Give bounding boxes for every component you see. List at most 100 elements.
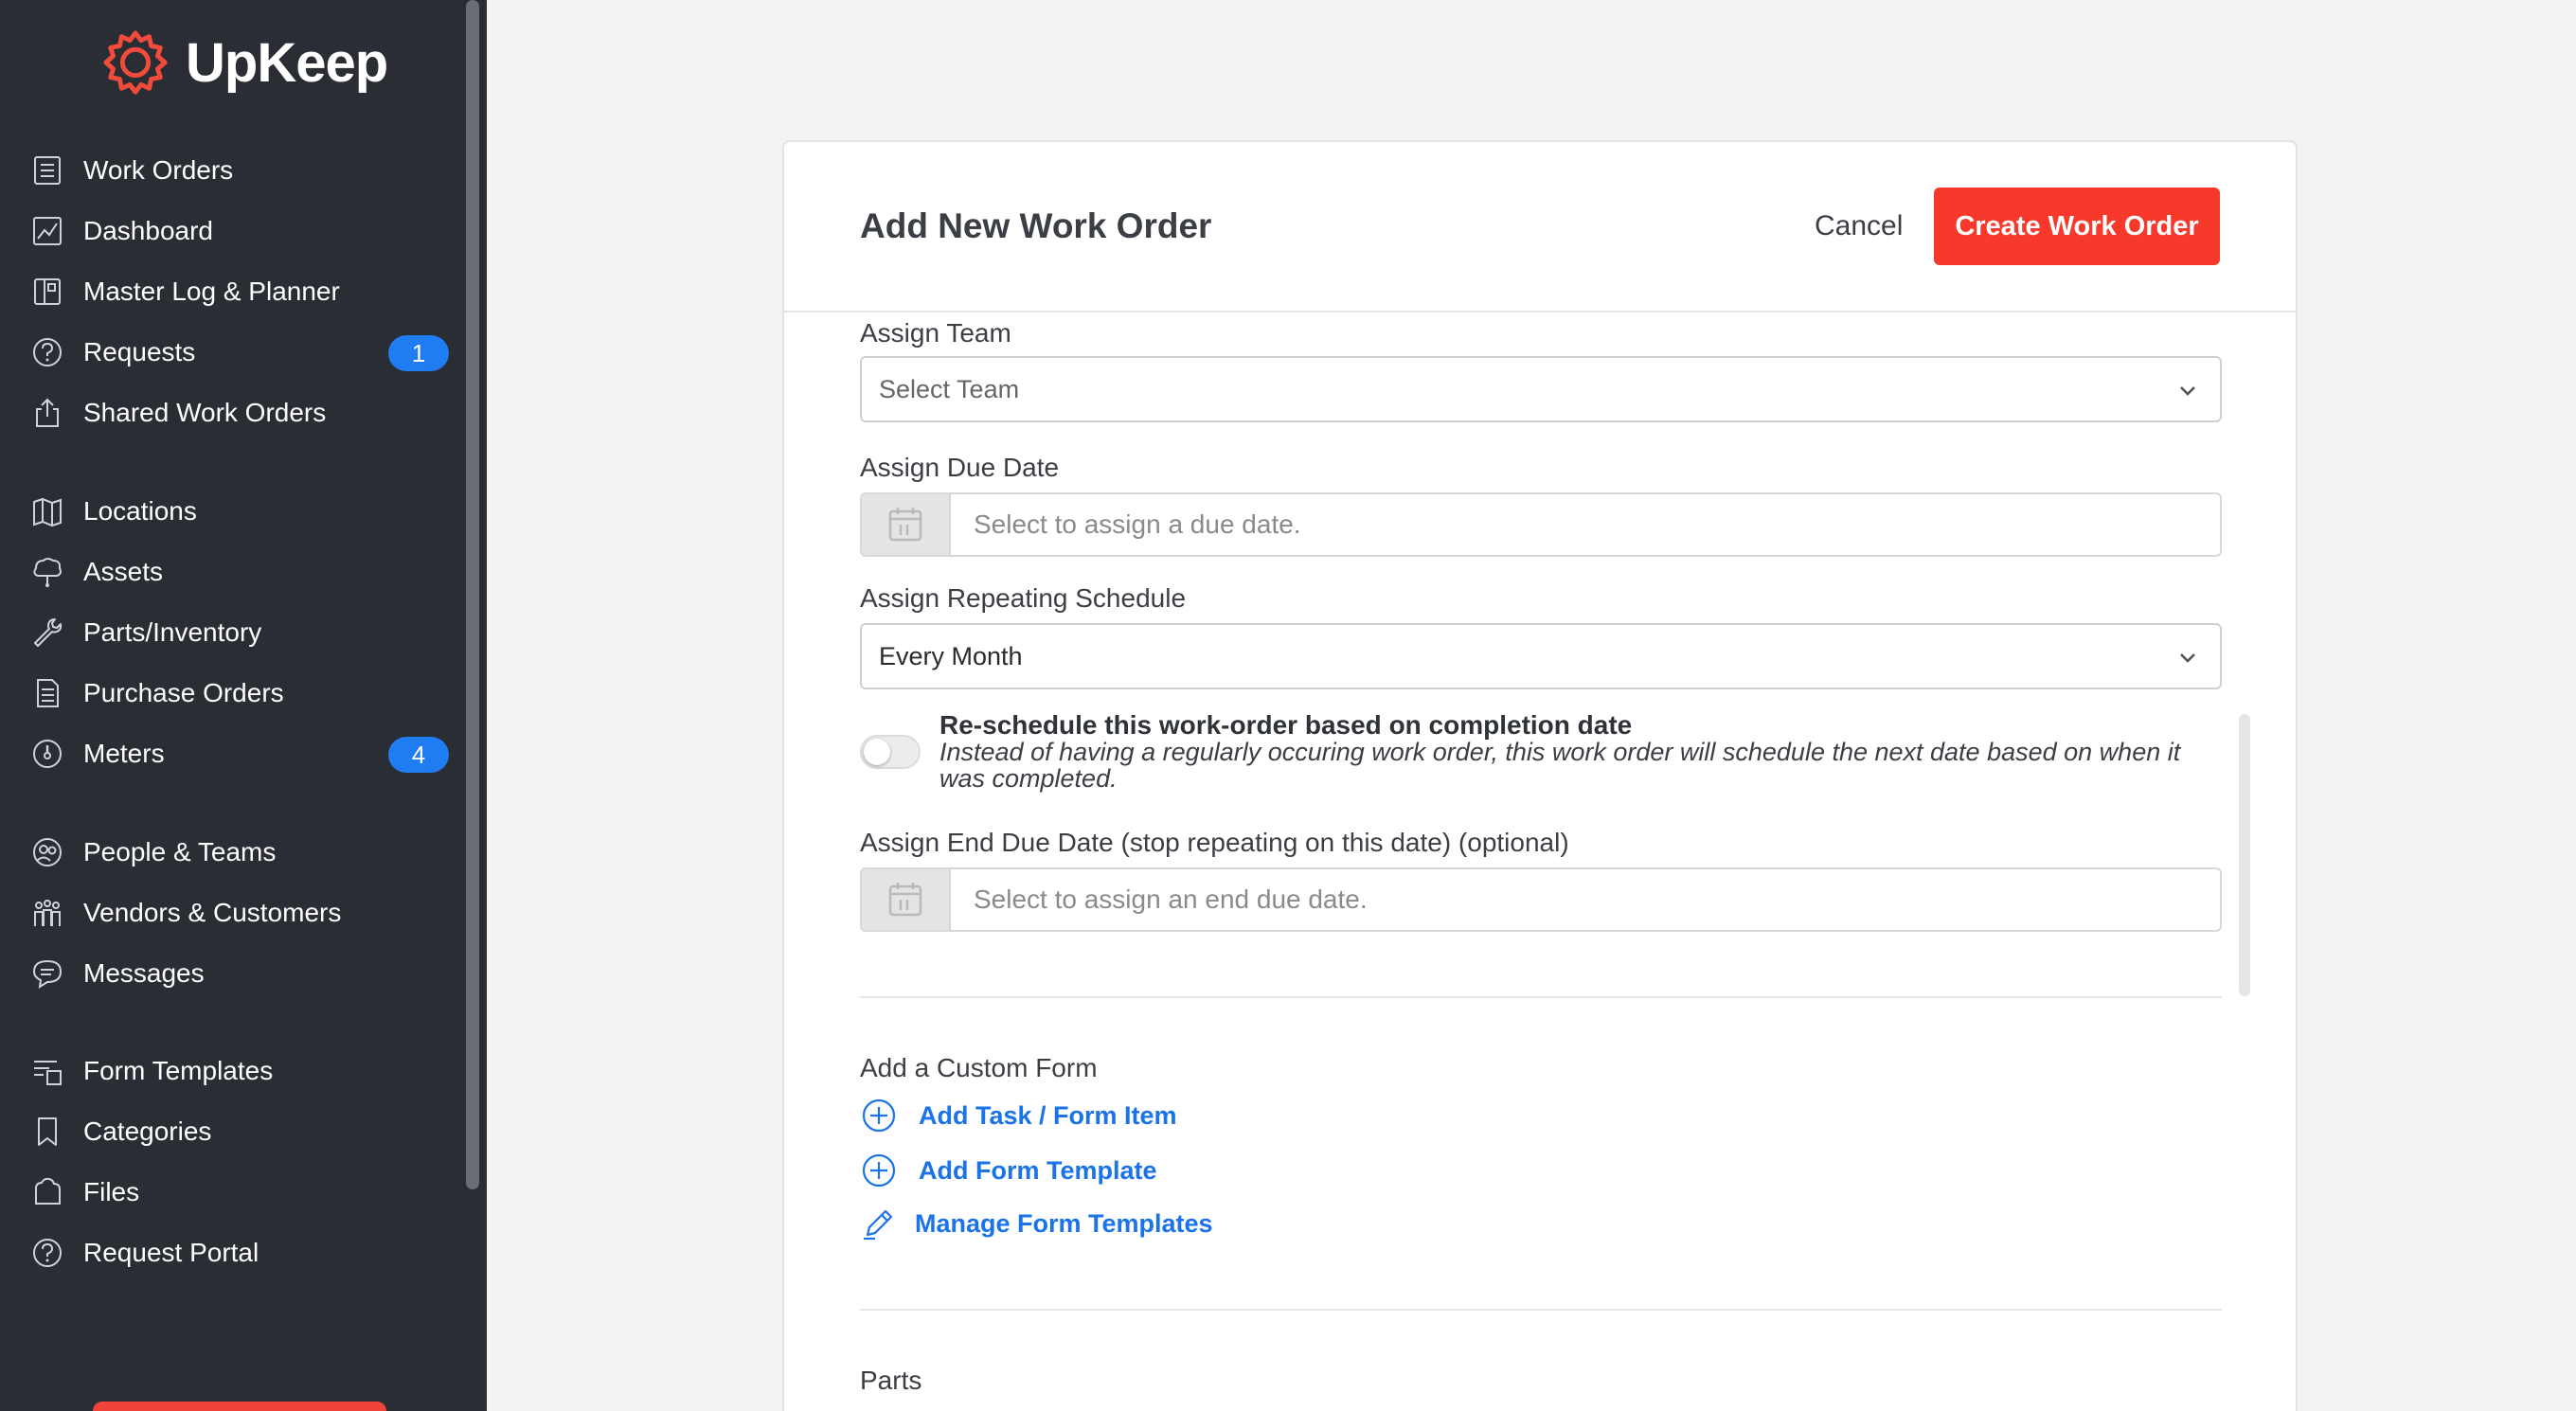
chevron-down-icon: [2180, 386, 2195, 396]
wrench-icon: [30, 616, 64, 650]
sidebar-item-master-log-planner[interactable]: Master Log & Planner: [0, 261, 468, 322]
sidebar-item-requests[interactable]: Requests 1: [0, 322, 468, 383]
manage-form-templates-label: Manage Form Templates: [915, 1208, 1213, 1238]
sidebar-item-label: Request Portal: [83, 1238, 259, 1267]
add-form-template-label: Add Form Template: [919, 1155, 1157, 1185]
question-icon: [30, 335, 64, 369]
reschedule-title: Re-schedule this work-order based on com…: [939, 710, 1633, 740]
repeating-schedule-select[interactable]: Every Month: [860, 623, 2222, 689]
chat-icon: [30, 956, 64, 991]
nav-group-assets: Locations Assets Parts/Inventory Purchase O…: [0, 481, 468, 784]
sidebar-item-request-portal[interactable]: Request Portal: [0, 1223, 468, 1283]
files-icon: [30, 1175, 64, 1209]
modal-header: Add New Work Order Cancel Create Work Or…: [784, 142, 2296, 313]
sidebar-item-label: Categories: [83, 1116, 212, 1146]
group-icon: [30, 896, 64, 930]
end-due-date-picker[interactable]: Select to assign an end due date.: [860, 867, 2222, 932]
sidebar-item-label: Dashboard: [83, 216, 213, 245]
calendar-icon: [888, 883, 922, 917]
sidebar-item-label: Files: [83, 1177, 140, 1206]
custom-form-label: Add a Custom Form: [860, 1053, 1098, 1082]
calendar-addon: [862, 494, 951, 555]
reschedule-description: Instead of having a regularly occuring w…: [939, 738, 2181, 793]
gauge-icon: [30, 737, 64, 771]
reschedule-toggle[interactable]: [860, 735, 921, 769]
bookmark-icon: [30, 1115, 64, 1149]
sidebar-item-files[interactable]: Files: [0, 1162, 468, 1223]
modal-title: Add New Work Order: [860, 206, 1212, 245]
sidebar-item-label: Locations: [83, 496, 197, 526]
plus-circle-icon: [862, 1153, 896, 1188]
app-window: UpKeep Work Orders Dashboard Master Log & …: [0, 0, 2576, 1411]
document-icon: [30, 676, 64, 710]
sidebar-item-purchase-orders[interactable]: Purchase Orders: [0, 663, 468, 723]
sidebar-item-dashboard[interactable]: Dashboard: [0, 201, 468, 261]
count-badge: 1: [388, 335, 449, 371]
add-form-template-link[interactable]: Add Form Template: [860, 1150, 1157, 1191]
assign-due-date-label: Assign Due Date: [860, 453, 1060, 482]
sidebar-item-label: Messages: [83, 958, 205, 988]
sidebar-item-label: Vendors & Customers: [83, 898, 342, 927]
logo[interactable]: UpKeep: [98, 25, 388, 100]
cube-icon: [30, 555, 64, 589]
sidebar: UpKeep Work Orders Dashboard Master Log & …: [0, 0, 487, 1411]
sidebar-cta-button[interactable]: [93, 1402, 386, 1411]
sidebar-item-meters[interactable]: Meters 4: [0, 723, 468, 784]
sidebar-item-label: Shared Work Orders: [83, 398, 327, 427]
sidebar-item-parts-inventory[interactable]: Parts/Inventory: [0, 602, 468, 663]
sidebar-item-label: Work Orders: [83, 155, 234, 185]
sidebar-item-shared-work-orders[interactable]: Shared Work Orders: [0, 383, 468, 443]
sidebar-item-label: Purchase Orders: [83, 678, 284, 707]
book-icon: [30, 275, 64, 309]
calendar-icon: [888, 508, 922, 542]
due-date-placeholder: Select to assign a due date.: [974, 509, 1301, 539]
help-icon: [30, 1236, 64, 1270]
assign-team-label: Assign Team: [860, 318, 1011, 348]
sidebar-item-people-teams[interactable]: People & Teams: [0, 822, 468, 883]
manage-form-templates-link[interactable]: Manage Form Templates: [860, 1203, 1213, 1244]
nav-group-people: People & Teams Vendors & Customers Message…: [0, 822, 468, 1004]
sidebar-item-messages[interactable]: Messages: [0, 943, 468, 1004]
sidebar-item-label: Parts/Inventory: [83, 617, 262, 647]
due-date-picker[interactable]: Select to assign a due date.: [860, 492, 2222, 557]
list-icon: [30, 153, 64, 188]
create-work-order-button[interactable]: Create Work Order: [1934, 188, 2220, 265]
people-icon: [30, 835, 64, 869]
sidebar-item-label: People & Teams: [83, 837, 277, 866]
assign-team-select[interactable]: Select Team: [860, 356, 2222, 422]
toggle-knob: [864, 739, 890, 765]
sidebar-item-assets[interactable]: Assets: [0, 542, 468, 602]
parts-label: Parts: [860, 1366, 922, 1395]
nav-group-work: Work Orders Dashboard Master Log & Planner…: [0, 140, 468, 443]
sidebar-item-work-orders[interactable]: Work Orders: [0, 140, 468, 201]
assign-team-placeholder: Select Team: [879, 374, 1020, 403]
sidebar-item-label: Master Log & Planner: [83, 277, 340, 306]
count-badge: 4: [388, 737, 449, 773]
sidebar-item-label: Assets: [83, 557, 164, 586]
plus-circle-icon: [862, 1098, 896, 1133]
gear-logo-icon: [103, 30, 168, 95]
nav-group-settings: Form Templates Categories Files Request Por…: [0, 1041, 468, 1283]
logo-text: UpKeep: [186, 31, 388, 94]
end-due-date-label: Assign End Due Date (stop repeating on t…: [860, 828, 1569, 857]
sidebar-item-label: Meters: [83, 739, 165, 768]
repeating-schedule-value: Every Month: [879, 641, 1023, 670]
repeating-schedule-label: Assign Repeating Schedule: [860, 583, 1187, 613]
add-task-link[interactable]: Add Task / Form Item: [860, 1095, 1177, 1136]
form-scrollbar[interactable]: [2239, 714, 2250, 996]
sidebar-item-label: Form Templates: [83, 1056, 274, 1085]
sidebar-item-form-templates[interactable]: Form Templates: [0, 1041, 468, 1101]
add-task-label: Add Task / Form Item: [919, 1100, 1177, 1130]
template-icon: [30, 1054, 64, 1088]
sidebar-item-categories[interactable]: Categories: [0, 1101, 468, 1162]
add-work-order-modal: Add New Work Order Cancel Create Work Or…: [782, 140, 2298, 1411]
sidebar-item-vendors-customers[interactable]: Vendors & Customers: [0, 883, 468, 943]
sidebar-item-label: Requests: [83, 337, 196, 366]
divider: [860, 1309, 2222, 1311]
sidebar-scrollbar[interactable]: [466, 0, 479, 1189]
divider: [860, 996, 2222, 998]
cancel-button[interactable]: Cancel: [1815, 210, 1903, 242]
pencil-icon: [864, 1209, 893, 1241]
sidebar-item-locations[interactable]: Locations: [0, 481, 468, 542]
share-icon: [30, 396, 64, 430]
